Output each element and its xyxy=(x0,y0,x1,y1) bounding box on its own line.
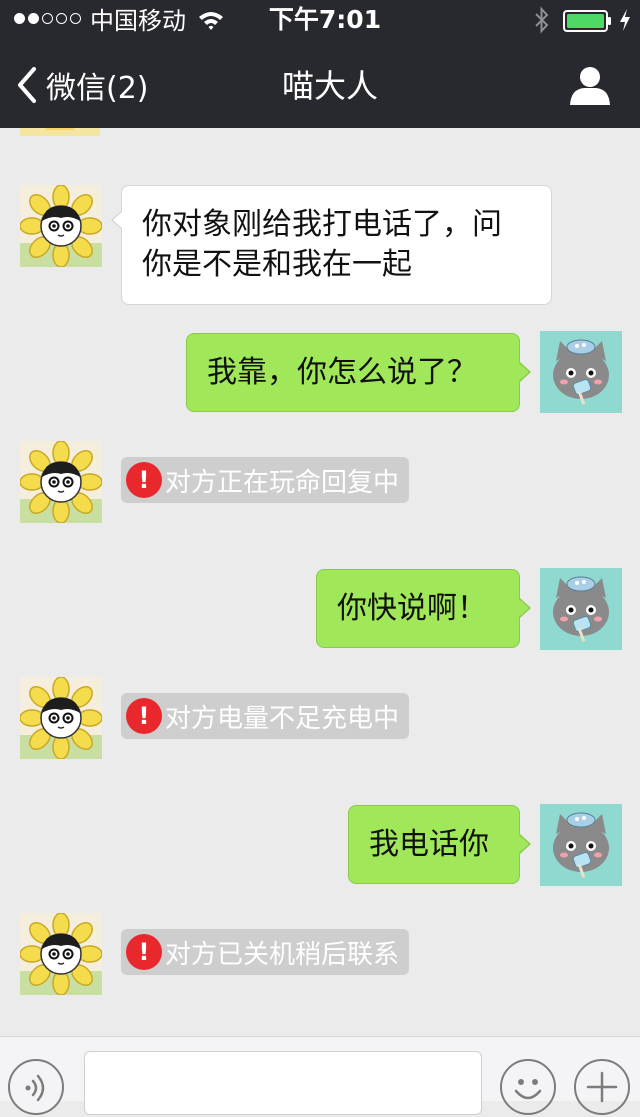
back-label: 微信(2) xyxy=(46,71,149,106)
battery-icon xyxy=(563,10,611,32)
gray-cat-avatar[interactable] xyxy=(540,568,622,650)
error-icon: ! xyxy=(126,698,162,734)
chat-title: 喵大人 xyxy=(281,67,378,105)
system-notice: ! 对方已关机稍后联系 xyxy=(121,929,410,975)
top-bar: 中国移动 下午7:01 微信(2) 喵大人 xyxy=(0,0,640,128)
input-bar xyxy=(0,1036,640,1115)
sunflower-cat-avatar[interactable] xyxy=(20,441,102,523)
outgoing-message-bubble[interactable]: 我靠，你怎么说了？ xyxy=(186,333,531,412)
bluetooth-icon xyxy=(535,6,549,34)
chat-area[interactable]: 你对象刚给我打电话了，问 你是不是和我在一起 我靠，你怎么说了？ ! 对方正在玩… xyxy=(0,128,640,1036)
message-input[interactable] xyxy=(84,1051,482,1115)
system-notice: ! 对方正在玩命回复中 xyxy=(121,457,410,503)
emoji-button[interactable] xyxy=(500,1059,556,1115)
sunflower-cat-avatar[interactable] xyxy=(20,913,102,995)
voice-button[interactable] xyxy=(8,1059,64,1115)
outgoing-message-bubble[interactable]: 我电话你 xyxy=(348,805,531,884)
message-text: 我电话你 xyxy=(369,827,489,862)
emoji-icon xyxy=(514,1079,542,1100)
message-text: 你快说啊！ xyxy=(337,591,487,626)
system-notice-text: 对方已关机稍后联系 xyxy=(165,939,400,970)
chevron-left-icon xyxy=(18,67,36,103)
status-time: 下午7:01 xyxy=(268,5,382,34)
sunflower-cat-avatar[interactable] xyxy=(20,185,102,267)
system-notice: ! 对方电量不足充电中 xyxy=(121,693,410,739)
error-icon: ! xyxy=(126,462,162,498)
person-icon[interactable] xyxy=(568,64,612,106)
wifi-icon xyxy=(199,12,223,30)
gray-cat-avatar[interactable] xyxy=(540,804,622,886)
plus-button[interactable] xyxy=(574,1059,630,1115)
plus-icon xyxy=(586,1071,618,1103)
system-notice-text: 对方正在玩命回复中 xyxy=(165,467,400,498)
sunflower-cat-avatar[interactable] xyxy=(20,128,100,136)
charging-icon xyxy=(620,9,630,31)
status-bar: 中国移动 下午7:01 xyxy=(0,0,640,40)
nav-bar: 微信(2) 喵大人 xyxy=(0,40,640,128)
back-button[interactable]: 微信(2) xyxy=(16,60,149,110)
outgoing-message-bubble[interactable]: 你快说啊！ xyxy=(316,569,531,648)
message-text-line: 你对象刚给我打电话了，问 xyxy=(142,207,502,242)
message-text-line: 你是不是和我在一起 xyxy=(142,247,412,282)
error-icon: ! xyxy=(126,934,162,970)
message-text: 我靠，你怎么说了？ xyxy=(207,355,477,390)
sunflower-cat-avatar[interactable] xyxy=(20,677,102,759)
signal-strength-icon xyxy=(14,13,81,24)
carrier-name: 中国移动 xyxy=(90,7,186,35)
gray-cat-avatar[interactable] xyxy=(540,331,622,413)
incoming-message-bubble[interactable]: 你对象刚给我打电话了，问 你是不是和我在一起 xyxy=(111,185,552,305)
voice-icon xyxy=(25,1074,45,1102)
system-notice-text: 对方电量不足充电中 xyxy=(165,703,400,734)
